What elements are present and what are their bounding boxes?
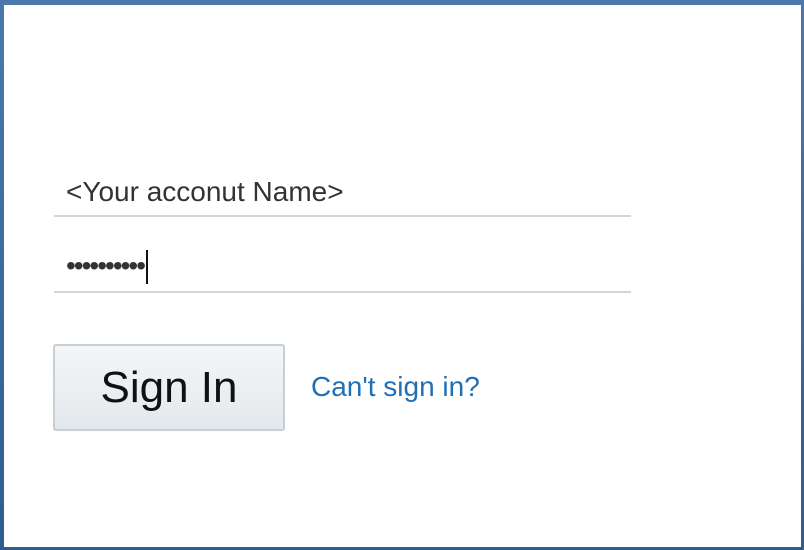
sign-in-button[interactable]: Sign In (53, 344, 285, 431)
login-window: <Your acconut Name> •••••••••• Sign In C… (0, 0, 804, 550)
login-panel: <Your acconut Name> •••••••••• Sign In C… (4, 5, 801, 547)
sign-in-button-label: Sign In (100, 362, 238, 412)
password-field[interactable]: •••••••••• (54, 241, 631, 293)
account-name-field[interactable]: <Your acconut Name> (54, 169, 631, 217)
cant-sign-in-link[interactable]: Can't sign in? (311, 371, 480, 403)
text-cursor (146, 250, 149, 284)
account-name-value: <Your acconut Name> (66, 176, 344, 207)
password-mask: •••••••••• (66, 250, 146, 281)
